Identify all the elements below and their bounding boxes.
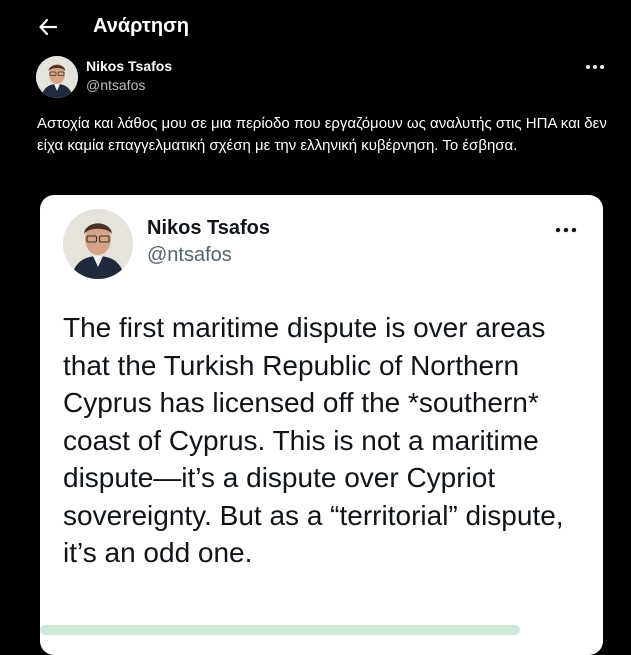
quoted-tweet-text: The first maritime dispute is over areas…: [63, 312, 564, 568]
avatar[interactable]: [36, 56, 78, 98]
author-name[interactable]: Nikos Tsafos: [86, 58, 172, 74]
quoted-card-divider: [40, 625, 520, 635]
page-title: Ανάρτηση: [93, 15, 189, 37]
avatar[interactable]: [63, 209, 133, 279]
post-text: Αστοχία και λάθος μου σε μια περίοδο που…: [37, 115, 607, 154]
more-horizontal-icon[interactable]: [554, 225, 578, 235]
quoted-author-handle[interactable]: @ntsafos: [147, 244, 232, 267]
avatar-portrait-icon: [36, 56, 78, 98]
post-author: Nikos Tsafos @ntsafos: [36, 56, 616, 102]
avatar-portrait-icon: [63, 209, 133, 279]
arrow-left-icon[interactable]: [38, 17, 58, 37]
more-horizontal-icon[interactable]: [584, 62, 606, 72]
top-bar: Ανάρτηση: [0, 0, 631, 56]
author-handle[interactable]: @ntsafos: [86, 77, 145, 93]
quoted-author-name[interactable]: Nikos Tsafos: [147, 217, 270, 240]
quoted-tweet-card[interactable]: Nikos Tsafos @ntsafos The first maritime…: [40, 195, 603, 655]
